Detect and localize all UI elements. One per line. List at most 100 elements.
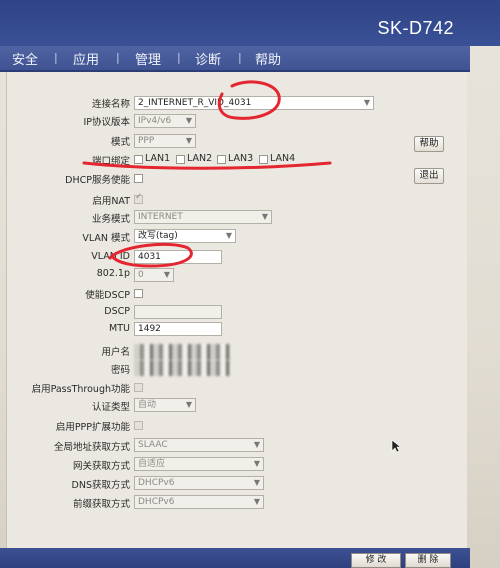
main-nav: 安全 | 应用 | 管理 | 诊断 | 帮助 <box>0 46 470 72</box>
lan4-label: LAN4 <box>270 153 296 164</box>
mtu-row: MTU <box>0 322 130 338</box>
ppp-ext-row: 启用PPP扩展功能 <box>0 418 130 434</box>
modify-button[interactable]: 修 改 <box>351 553 401 568</box>
gateway-select[interactable]: 自适应 ▼ <box>134 457 264 471</box>
prefix-value: DHCPv6 <box>138 497 175 507</box>
vlan-mode-label: VLAN 模式 <box>82 233 130 244</box>
nav-diagnosis[interactable]: 诊断 <box>195 49 221 68</box>
global-addr-value: SLAAC <box>138 440 168 450</box>
prefix-select[interactable]: DHCPv6 ▼ <box>134 495 264 509</box>
service-mode-select[interactable]: INTERNET ▼ <box>134 210 272 224</box>
priority-select[interactable]: 0 ▼ <box>134 268 174 282</box>
prefix-row: 前缀获取方式 <box>0 495 130 511</box>
chevron-down-icon: ▼ <box>163 270 170 279</box>
mtu-label: MTU <box>109 323 130 334</box>
nav-application[interactable]: 应用 <box>73 49 99 68</box>
help-button[interactable]: 帮助 <box>414 136 444 152</box>
dns-label: DNS获取方式 <box>71 480 130 491</box>
dscp-enable-label: 使能DSCP <box>85 290 130 301</box>
auth-type-value: 自动 <box>138 400 157 410</box>
vlan-id-label: VLAN ID <box>91 251 130 262</box>
nav-separator: | <box>116 51 120 64</box>
nav-help[interactable]: 帮助 <box>255 49 281 68</box>
dscp-enable-row: 使能DSCP <box>0 286 130 302</box>
dscp-label: DSCP <box>104 306 130 317</box>
mode-select[interactable]: PPP ▼ <box>134 134 196 148</box>
vlan-id-input[interactable]: 4031 <box>134 250 222 264</box>
auth-type-select[interactable]: 自动 ▼ <box>134 398 196 412</box>
passthrough-row: 启用PassThrough功能 <box>0 380 130 396</box>
chevron-down-icon: ▼ <box>253 459 260 468</box>
global-addr-select[interactable]: SLAAC ▼ <box>134 438 264 452</box>
service-mode-value: INTERNET <box>138 212 183 222</box>
dscp-row: DSCP <box>0 305 130 321</box>
prefix-label: 前缀获取方式 <box>72 499 130 510</box>
chevron-down-icon: ▼ <box>253 478 260 487</box>
brand-model: SK-D742 <box>377 18 454 38</box>
ip-version-select[interactable]: IPv4/v6 ▼ <box>134 114 196 128</box>
nav-separator: | <box>54 51 58 64</box>
vlan-mode-value: 改写(tag) <box>138 231 178 241</box>
username-label: 用户名 <box>101 347 130 358</box>
dns-select[interactable]: DHCPv6 ▼ <box>134 476 264 490</box>
chevron-down-icon: ▼ <box>225 231 232 240</box>
mtu-value: 1492 <box>138 324 161 334</box>
chevron-down-icon: ▼ <box>253 440 260 449</box>
delete-button[interactable]: 删 除 <box>405 553 451 568</box>
priority-label: 802.1p <box>96 268 130 279</box>
gateway-value: 自适应 <box>138 459 166 469</box>
nat-label: 启用NAT <box>92 196 130 207</box>
ip-version-label: IP协议版本 <box>83 117 130 128</box>
nav-security[interactable]: 安全 <box>12 49 38 68</box>
lan1-label: LAN1 <box>145 153 171 164</box>
password-label: 密码 <box>110 365 130 376</box>
chevron-down-icon: ▼ <box>185 136 192 145</box>
port-binding-label: 端口绑定 <box>91 156 130 167</box>
dhcp-enable-checkbox[interactable] <box>134 174 143 183</box>
passthrough-label: 启用PassThrough功能 <box>31 384 130 395</box>
priority-value: 0 <box>138 270 144 280</box>
vlan-mode-select[interactable]: 改写(tag) ▼ <box>134 229 236 243</box>
exit-button[interactable]: 退出 <box>414 168 444 184</box>
service-mode-row: 业务模式 <box>0 210 130 226</box>
priority-row: 802.1p <box>0 267 130 283</box>
lan2-label: LAN2 <box>187 153 213 164</box>
connection-name-value: 2_INTERNET_R_VID_4031 <box>138 98 252 108</box>
username-row: 用户名 <box>0 343 130 359</box>
lan1-checkbox[interactable] <box>134 155 143 164</box>
vlan-mode-row: VLAN 模式 <box>0 229 130 245</box>
ppp-ext-checkbox[interactable] <box>134 421 143 430</box>
connection-name-select[interactable]: 2_INTERNET_R_VID_4031 ▼ <box>134 96 374 110</box>
password-input-blurred[interactable] <box>134 360 230 376</box>
connection-name-row: 连接名称 <box>0 95 130 111</box>
chevron-down-icon: ▼ <box>261 212 268 221</box>
nat-checkbox[interactable] <box>134 192 143 204</box>
dhcp-enable-label: DHCP服务使能 <box>65 175 130 186</box>
auth-type-row: 认证类型 <box>0 398 130 414</box>
lan2-checkbox[interactable] <box>176 155 185 164</box>
mode-value: PPP <box>138 136 155 146</box>
lan3-checkbox[interactable] <box>217 155 226 164</box>
lan3-label: LAN3 <box>228 153 254 164</box>
connection-name-label: 连接名称 <box>91 99 130 110</box>
mode-row: 模式 <box>0 133 130 149</box>
vlan-id-value: 4031 <box>138 252 161 262</box>
passthrough-checkbox[interactable] <box>134 383 143 392</box>
dns-value: DHCPv6 <box>138 478 175 488</box>
dscp-input[interactable] <box>134 305 222 319</box>
nat-row: 启用NAT <box>0 192 130 208</box>
ip-version-row: IP协议版本 <box>0 113 130 129</box>
auth-type-label: 认证类型 <box>91 402 130 413</box>
dhcp-enable-row: DHCP服务使能 <box>0 171 130 187</box>
password-row: 密码 <box>0 361 130 377</box>
username-input-blurred[interactable] <box>134 344 230 360</box>
nav-management[interactable]: 管理 <box>135 49 161 68</box>
mode-label: 模式 <box>110 137 130 148</box>
lan4-checkbox[interactable] <box>259 155 268 164</box>
dscp-enable-checkbox[interactable] <box>134 289 143 298</box>
nav-separator: | <box>177 51 181 64</box>
port-binding-row: 端口绑定 <box>0 152 130 168</box>
chevron-down-icon: ▼ <box>185 400 192 409</box>
top-banner: SK-D742 <box>0 0 500 46</box>
mtu-input[interactable]: 1492 <box>134 322 222 336</box>
